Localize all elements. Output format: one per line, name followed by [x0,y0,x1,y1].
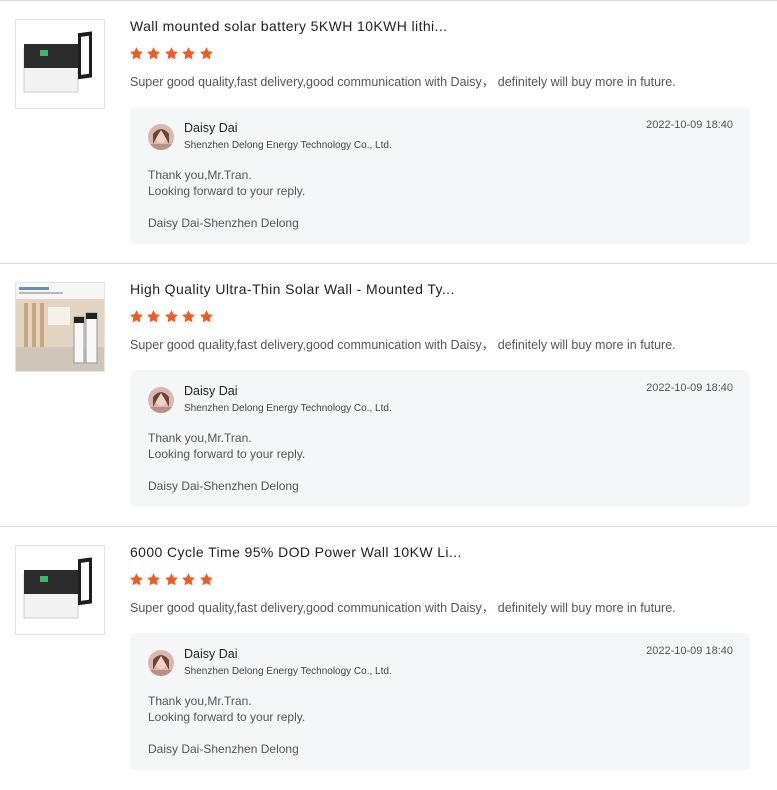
reply-text-line: Looking forward to your reply. [148,710,306,724]
reply-signature: Daisy Dai-Shenzhen Delong [148,216,299,230]
star-icon [199,47,213,60]
star-icon [182,47,196,60]
star-icon [182,310,196,323]
star-icon [164,310,178,323]
seller-reply: Daisy Dai Shenzhen Delong Energy Technol… [130,107,750,244]
review-comment: Super good quality,fast delivery,good co… [130,601,676,615]
product-title[interactable]: 6000 Cycle Time 95% DOD Power Wall 10KW … [130,544,462,560]
review-comment: Super good quality,fast delivery,good co… [130,338,676,352]
reply-text-line: Thank you,Mr.Tran. [148,431,252,445]
review-item: 6000 Cycle Time 95% DOD Power Wall 10KW … [0,526,777,790]
star-icon [130,47,143,60]
rating-stars [129,309,214,325]
review-item: Wall mounted solar battery 5KWH 10KWH li… [0,0,777,264]
reply-text-line: Thank you,Mr.Tran. [148,168,252,182]
star-icon [130,310,143,323]
product-thumbnail[interactable] [15,545,105,635]
reply-text-line: Looking forward to your reply. [148,184,306,198]
star-icon [147,310,161,323]
star-icon [164,47,178,60]
star-icon [199,310,213,323]
reply-company: Shenzhen Delong Energy Technology Co., L… [184,140,392,151]
reply-author-name: Daisy Dai [184,384,238,398]
avatar [148,124,174,150]
reply-date: 2022-10-09 18:40 [646,119,733,131]
seller-reply: Daisy Dai Shenzhen Delong Energy Technol… [130,370,750,507]
reply-date: 2022-10-09 18:40 [646,382,733,394]
reply-company: Shenzhen Delong Energy Technology Co., L… [184,666,392,677]
reply-text-line: Thank you,Mr.Tran. [148,694,252,708]
star-icon [147,47,161,60]
avatar [148,387,174,413]
product-title[interactable]: High Quality Ultra-Thin Solar Wall - Mou… [130,281,455,297]
product-thumbnail[interactable] [15,19,105,109]
product-thumbnail[interactable] [15,282,105,372]
reply-author-name: Daisy Dai [184,647,238,661]
reply-author-name: Daisy Dai [184,121,238,135]
reply-date: 2022-10-09 18:40 [646,645,733,657]
star-icon [164,573,178,586]
star-icon [199,573,213,586]
rating-stars [129,572,214,588]
avatar [148,650,174,676]
review-item: High Quality Ultra-Thin Solar Wall - Mou… [0,263,777,527]
reply-signature: Daisy Dai-Shenzhen Delong [148,479,299,493]
reply-text-line: Looking forward to your reply. [148,447,306,461]
star-icon [130,573,143,586]
star-icon [147,573,161,586]
star-icon [182,573,196,586]
product-title[interactable]: Wall mounted solar battery 5KWH 10KWH li… [130,18,447,34]
rating-stars [129,46,214,62]
seller-reply: Daisy Dai Shenzhen Delong Energy Technol… [130,633,750,770]
reply-signature: Daisy Dai-Shenzhen Delong [148,742,299,756]
reply-company: Shenzhen Delong Energy Technology Co., L… [184,403,392,414]
review-comment: Super good quality,fast delivery,good co… [130,75,676,89]
